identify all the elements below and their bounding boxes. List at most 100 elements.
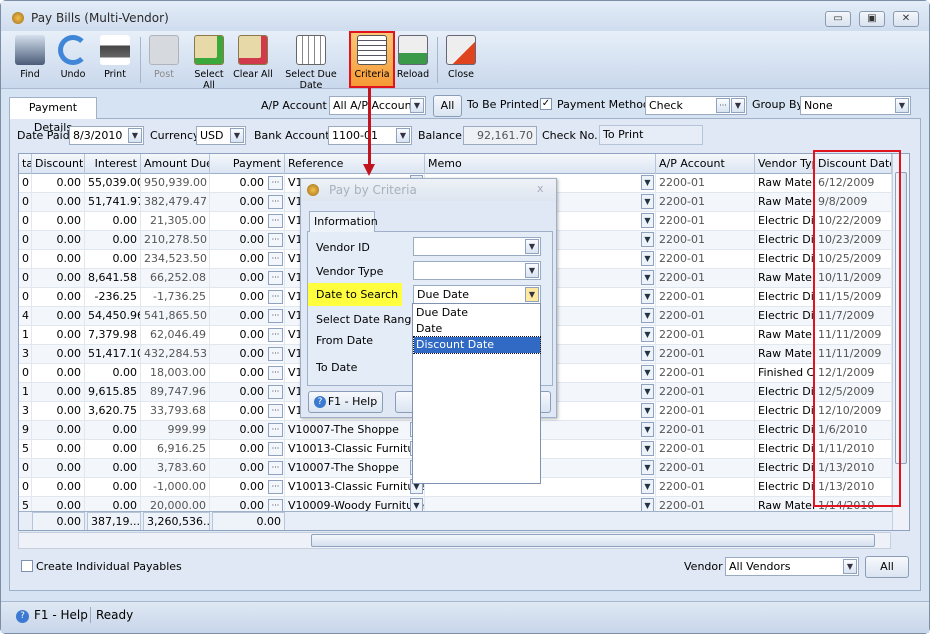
chevron-down-icon[interactable]: ▼: [525, 239, 539, 254]
ap-account-combo[interactable]: All A/P Accounts ▼: [329, 96, 426, 115]
ellipsis-icon[interactable]: ···: [268, 176, 283, 190]
date-to-search-combo[interactable]: Due Date ▼: [413, 285, 541, 304]
print-button[interactable]: Print: [97, 33, 133, 87]
find-button[interactable]: Find: [11, 33, 49, 87]
option-due-date[interactable]: Due Date: [414, 305, 540, 321]
criteria-button[interactable]: Criteria: [349, 31, 395, 88]
ellipsis-icon[interactable]: ···: [268, 442, 283, 456]
ellipsis-icon[interactable]: ···: [268, 309, 283, 323]
chevron-down-icon[interactable]: ▼: [641, 422, 654, 437]
column-header-discount[interactable]: Discount: [32, 154, 85, 174]
chevron-down-icon[interactable]: ▼: [230, 128, 244, 143]
minimize-button[interactable]: ▭: [825, 11, 851, 27]
ellipsis-icon[interactable]: ···: [268, 195, 283, 209]
dialog-close-button[interactable]: x: [537, 182, 544, 195]
chevron-down-icon[interactable]: ▼: [525, 263, 539, 278]
to-be-printed-checkbox[interactable]: ✓: [540, 98, 552, 110]
ellipsis-icon[interactable]: ···: [268, 328, 283, 342]
chevron-down-icon[interactable]: ▼: [641, 403, 654, 418]
chevron-down-icon[interactable]: ▼: [641, 441, 654, 456]
chevron-down-icon[interactable]: ▼: [843, 559, 857, 574]
chevron-down-icon[interactable]: ▼: [641, 327, 654, 342]
column-header-reference[interactable]: Reference: [285, 154, 425, 174]
column-header-payment[interactable]: Payment: [210, 154, 285, 174]
cell-reference[interactable]: V10007-The Shoppe: [285, 421, 425, 440]
chevron-down-icon[interactable]: ▼: [641, 194, 654, 209]
chevron-down-icon[interactable]: ▼: [641, 365, 654, 380]
chevron-down-icon[interactable]: ▼: [641, 251, 654, 266]
ellipsis-icon[interactable]: ···: [268, 404, 283, 418]
vendor-type-combo[interactable]: ▼: [413, 261, 541, 280]
select-due-date-button[interactable]: Select Due Date: [275, 33, 347, 91]
cell-reference[interactable]: V10009-Woody Furniture: [285, 497, 425, 511]
cell-reference[interactable]: V10013-Classic Furniture: [285, 440, 425, 459]
chevron-down-icon[interactable]: ▼: [641, 460, 654, 475]
chevron-down-icon[interactable]: ▼: [731, 98, 745, 113]
table-row[interactable]: 5 0.00 0.00 20,000.00 0.00 V10009-Woody Furni…: [19, 497, 892, 511]
currency-combo[interactable]: USD ▼: [196, 126, 246, 145]
cell-reference[interactable]: V10007-The Shoppe: [285, 459, 425, 478]
date-paid-field[interactable]: 8/3/2010 ▼: [69, 126, 144, 145]
ellipsis-icon[interactable]: ···: [268, 347, 283, 361]
ap-all-button[interactable]: All: [433, 95, 462, 117]
ellipsis-icon[interactable]: ···: [268, 385, 283, 399]
column-header-total[interactable]: tal: [19, 154, 32, 174]
chevron-down-icon[interactable]: ▼: [641, 213, 654, 228]
column-header-vendor-type[interactable]: Vendor Typ: [755, 154, 815, 174]
ellipsis-icon[interactable]: ···: [268, 252, 283, 266]
ellipsis-icon[interactable]: ···: [268, 214, 283, 228]
select-all-button[interactable]: Select All: [187, 33, 231, 91]
chevron-down-icon[interactable]: ▼: [128, 128, 142, 143]
undo-button[interactable]: Undo: [55, 33, 91, 87]
close-window-button[interactable]: ✕: [893, 11, 919, 27]
column-header-interest[interactable]: Interest: [85, 154, 141, 174]
chevron-down-icon[interactable]: ▼: [525, 287, 539, 302]
close-button[interactable]: Close: [443, 33, 479, 87]
option-date[interactable]: Date: [414, 321, 540, 337]
tab-payment-details[interactable]: Payment Details: [9, 97, 97, 134]
check-no-field[interactable]: To Print: [599, 125, 703, 145]
ellipsis-icon[interactable]: ···: [268, 461, 283, 475]
chevron-down-icon[interactable]: ▼: [641, 384, 654, 399]
vendor-combo[interactable]: All Vendors ▼: [725, 557, 859, 576]
cell-reference[interactable]: V10013-Classic Furniture: [285, 478, 425, 497]
vendor-id-combo[interactable]: ▼: [413, 237, 541, 256]
chevron-down-icon[interactable]: ▼: [641, 175, 654, 190]
payment-method-combo[interactable]: Check ··· ▼: [645, 96, 747, 115]
clear-all-button[interactable]: Clear All: [233, 33, 273, 87]
vendor-all-button[interactable]: All: [865, 556, 909, 578]
group-by-combo[interactable]: None ▼: [800, 96, 911, 115]
post-button[interactable]: Post: [146, 33, 182, 87]
tab-information[interactable]: Information: [309, 211, 378, 232]
chevron-down-icon[interactable]: ▼: [641, 232, 654, 247]
restore-button[interactable]: ▣: [859, 11, 885, 27]
horizontal-scroll-thumb[interactable]: [311, 534, 875, 547]
ellipsis-icon[interactable]: ···: [268, 499, 283, 511]
chevron-down-icon[interactable]: ▼: [641, 498, 654, 511]
ellipsis-icon[interactable]: ···: [268, 366, 283, 380]
chevron-down-icon[interactable]: ▼: [410, 98, 424, 113]
chevron-down-icon[interactable]: ▼: [396, 128, 410, 143]
column-header-memo[interactable]: Memo: [425, 154, 656, 174]
ellipsis-icon[interactable]: ···: [716, 98, 730, 113]
chevron-down-icon[interactable]: ▼: [641, 289, 654, 304]
horizontal-scrollbar[interactable]: [18, 532, 891, 549]
option-discount-date[interactable]: Discount Date: [413, 336, 541, 354]
ellipsis-icon[interactable]: ···: [268, 233, 283, 247]
chevron-down-icon[interactable]: ▼: [641, 308, 654, 323]
column-header-amount-due[interactable]: Amount Due: [141, 154, 210, 174]
chevron-down-icon[interactable]: ▼: [641, 270, 654, 285]
chevron-down-icon[interactable]: ▼: [410, 498, 423, 511]
ellipsis-icon[interactable]: ···: [268, 271, 283, 285]
create-individual-payables-checkbox[interactable]: [21, 560, 33, 572]
chevron-down-icon[interactable]: ▼: [641, 479, 654, 494]
column-header-ap-account[interactable]: A/P Account: [656, 154, 755, 174]
ellipsis-icon[interactable]: ···: [268, 290, 283, 304]
status-help[interactable]: F1 - Help: [34, 608, 88, 622]
cell-memo[interactable]: [425, 497, 656, 511]
dialog-help-button[interactable]: ? F1 - Help: [308, 391, 383, 413]
reload-button[interactable]: Reload: [396, 33, 430, 87]
ellipsis-icon[interactable]: ···: [268, 480, 283, 494]
ellipsis-icon[interactable]: ···: [268, 423, 283, 437]
chevron-down-icon[interactable]: ▼: [895, 98, 909, 113]
